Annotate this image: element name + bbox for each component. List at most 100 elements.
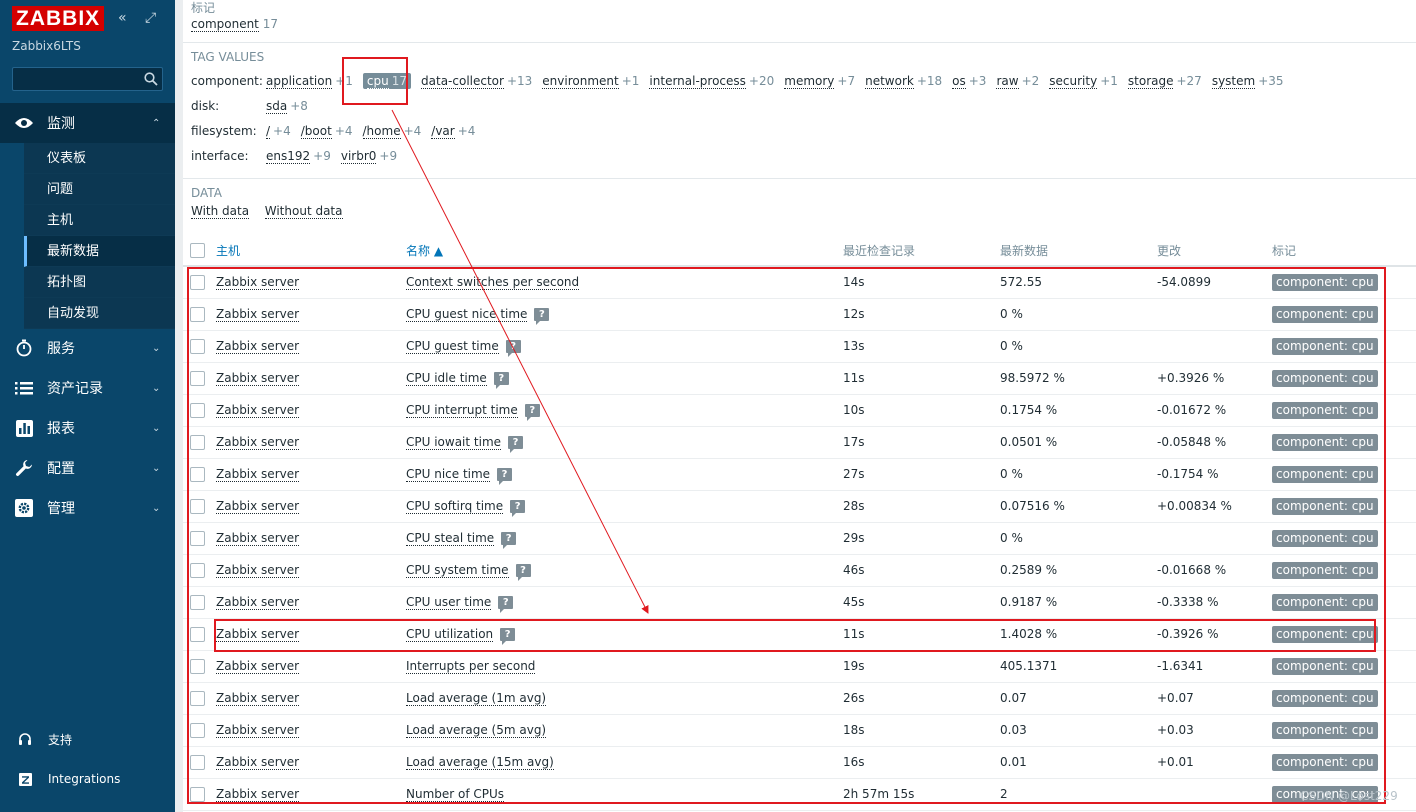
menu-administration[interactable]: 管理 ⌄ (0, 488, 175, 528)
tag-pill[interactable]: component: cpu (1272, 721, 1378, 739)
row-checkbox[interactable] (190, 274, 205, 290)
host-link[interactable]: Zabbix server (216, 563, 300, 578)
tag-value-link[interactable]: virbr0 (340, 149, 377, 164)
help-icon[interactable]: ? (498, 596, 514, 613)
item-name-link[interactable]: CPU system time (406, 563, 509, 578)
tag-pill[interactable]: component: cpu (1272, 465, 1378, 483)
without-data-link[interactable]: Without data (264, 204, 343, 219)
menu-integrations[interactable]: Integrations (0, 764, 175, 794)
tag-value-link[interactable]: data-collector (421, 74, 504, 89)
row-checkbox[interactable] (190, 658, 205, 674)
search-icon[interactable] (144, 72, 158, 86)
row-checkbox[interactable] (190, 402, 205, 418)
host-link[interactable]: Zabbix server (216, 371, 300, 386)
tag-pill[interactable]: component: cpu (1272, 753, 1378, 771)
tag-value-link[interactable]: /boot (300, 124, 332, 139)
help-icon[interactable]: ? (500, 628, 516, 645)
submenu-item-dashboard[interactable]: 仪表板 (24, 143, 175, 174)
item-name-link[interactable]: CPU utilization (406, 627, 494, 642)
kiosk-mode-icon[interactable]: ⤢ (145, 10, 156, 26)
tag-pill[interactable]: component: cpu (1272, 337, 1378, 355)
menu-configuration[interactable]: 配置 ⌄ (0, 448, 175, 488)
menu-support[interactable]: 支持 (0, 724, 175, 754)
item-name-link[interactable]: Number of CPUs (406, 787, 505, 802)
menu-reports[interactable]: 报表 ⌄ (0, 408, 175, 448)
row-checkbox[interactable] (190, 722, 205, 738)
tag-value-link[interactable]: security (1049, 74, 1098, 89)
item-name-link[interactable]: CPU steal time (406, 531, 495, 546)
sort-host-link[interactable]: 主机 (216, 244, 240, 258)
tag-link-component[interactable]: component (191, 17, 259, 32)
tag-value-link[interactable]: ens192 (266, 149, 311, 164)
item-name-link[interactable]: CPU nice time (406, 467, 491, 482)
submenu-item-problems[interactable]: 问题 (24, 174, 175, 205)
help-icon[interactable]: ? (505, 340, 521, 357)
host-link[interactable]: Zabbix server (216, 307, 300, 322)
tag-pill[interactable]: component: cpu (1272, 625, 1378, 643)
tag-value-link[interactable]: /home (362, 124, 401, 139)
item-name-link[interactable]: Interrupts per second (406, 659, 536, 674)
row-checkbox[interactable] (190, 562, 205, 578)
submenu-item-latest-data[interactable]: 最新数据 (24, 236, 175, 267)
tag-value-link[interactable]: / (266, 124, 271, 139)
tag-pill[interactable]: component: cpu (1272, 561, 1378, 579)
host-link[interactable]: Zabbix server (216, 435, 300, 450)
item-name-link[interactable]: CPU idle time (406, 371, 487, 386)
column-header-name[interactable]: 名称 ▲ (406, 236, 843, 267)
submenu-item-discovery[interactable]: 自动发现 (24, 298, 175, 329)
search-input[interactable] (12, 67, 163, 91)
tag-value-link[interactable]: storage (1127, 74, 1174, 89)
host-link[interactable]: Zabbix server (216, 659, 300, 674)
menu-services[interactable]: 服务 ⌄ (0, 328, 175, 368)
item-name-link[interactable]: CPU user time (406, 595, 492, 610)
host-link[interactable]: Zabbix server (216, 339, 300, 354)
row-checkbox[interactable] (190, 786, 205, 802)
row-checkbox[interactable] (190, 466, 205, 482)
help-icon[interactable]: ? (510, 500, 526, 517)
tag-value-link[interactable]: memory (784, 74, 835, 89)
item-name-link[interactable]: CPU interrupt time (406, 403, 518, 418)
row-checkbox[interactable] (190, 338, 205, 354)
host-link[interactable]: Zabbix server (216, 691, 300, 706)
row-checkbox[interactable] (190, 594, 205, 610)
item-name-link[interactable]: Load average (5m avg) (406, 723, 547, 738)
host-link[interactable]: Zabbix server (216, 467, 300, 482)
row-checkbox[interactable] (190, 626, 205, 642)
host-link[interactable]: Zabbix server (216, 403, 300, 418)
tag-pill[interactable]: component: cpu (1272, 497, 1378, 515)
sort-name-link[interactable]: 名称 ▲ (406, 244, 443, 258)
tag-value-link[interactable]: raw (996, 74, 1019, 89)
tag-pill[interactable]: component: cpu (1272, 273, 1378, 291)
help-icon[interactable]: ? (501, 532, 517, 549)
item-name-link[interactable]: Load average (1m avg) (406, 691, 547, 706)
row-checkbox[interactable] (190, 498, 205, 514)
tag-pill[interactable]: component: cpu (1272, 657, 1378, 675)
row-checkbox[interactable] (190, 690, 205, 706)
row-checkbox[interactable] (190, 370, 205, 386)
item-name-link[interactable]: CPU softirq time (406, 499, 504, 514)
tag-pill[interactable]: component: cpu (1272, 305, 1378, 323)
tag-pill[interactable]: component: cpu (1272, 369, 1378, 387)
row-checkbox[interactable] (190, 306, 205, 322)
tag-value-selected-cpu[interactable]: cpu 17 (362, 73, 412, 89)
collapse-sidebar-icon[interactable]: « (118, 10, 127, 26)
host-link[interactable]: Zabbix server (216, 531, 300, 546)
tag-pill[interactable]: component: cpu (1272, 401, 1378, 419)
tag-value-link[interactable]: sda (266, 99, 288, 114)
with-data-link[interactable]: With data (191, 204, 250, 219)
host-link[interactable]: Zabbix server (216, 275, 300, 291)
item-name-link[interactable]: CPU guest nice time (406, 307, 528, 322)
tag-pill[interactable]: component: cpu (1272, 433, 1378, 451)
tag-pill[interactable]: component: cpu (1272, 593, 1378, 611)
row-checkbox[interactable] (190, 530, 205, 546)
tag-value-link[interactable]: environment (542, 74, 619, 89)
tag-value-link[interactable]: application (266, 74, 333, 89)
row-checkbox[interactable] (190, 754, 205, 770)
host-link[interactable]: Zabbix server (216, 627, 300, 642)
tag-value-link[interactable]: network (865, 74, 914, 89)
tag-value-link[interactable]: cpu (366, 74, 389, 89)
help-icon[interactable]: ? (515, 564, 531, 581)
help-icon[interactable]: ? (493, 372, 509, 389)
submenu-item-maps[interactable]: 拓扑图 (24, 267, 175, 298)
tag-pill[interactable]: component: cpu (1272, 529, 1378, 547)
